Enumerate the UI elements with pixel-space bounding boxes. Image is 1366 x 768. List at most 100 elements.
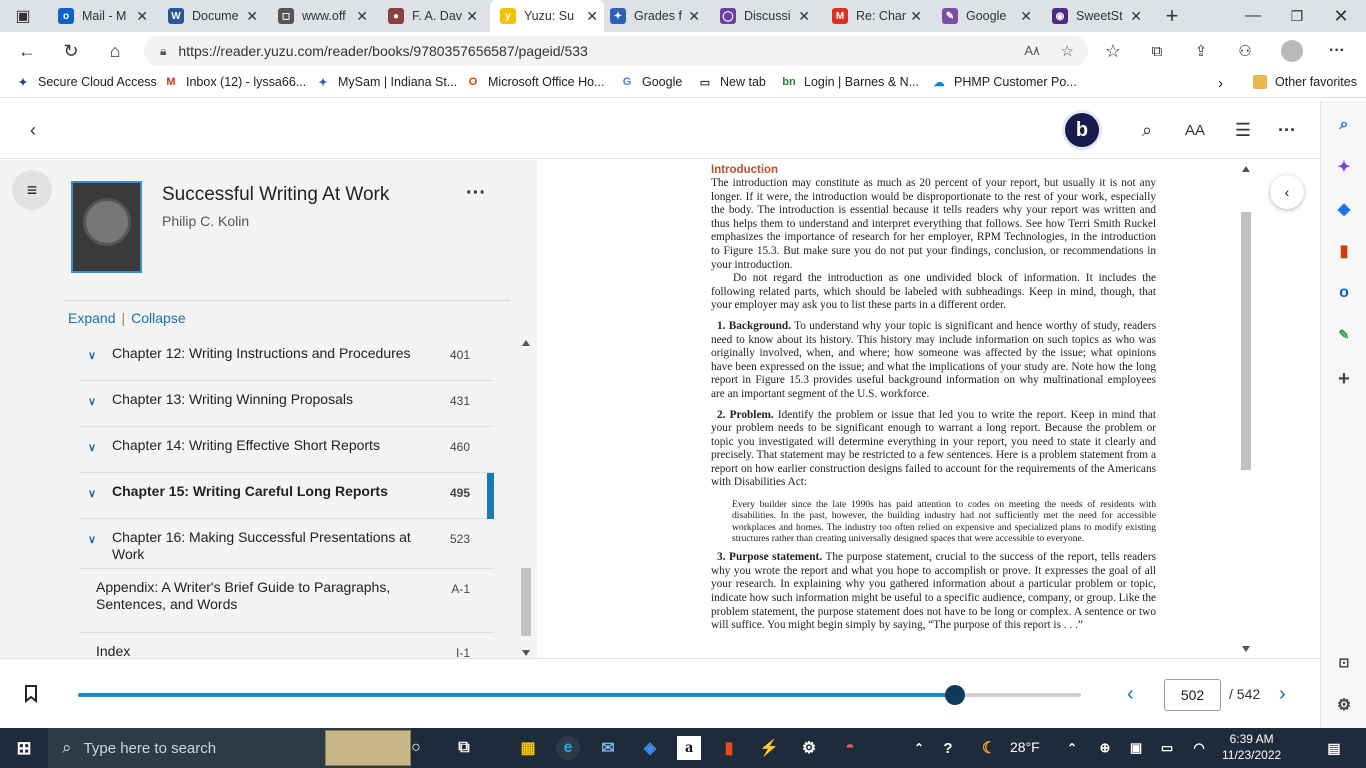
favorite-link[interactable]: ☁ PHMP Customer Po... — [932, 75, 1077, 89]
shopping-icon[interactable]: ◆ — [1334, 199, 1354, 219]
home-icon[interactable]: ⌂ — [100, 36, 130, 66]
chevron-down-icon[interactable]: ∨ — [88, 441, 96, 454]
close-tab-icon[interactable]: ✕ — [586, 8, 598, 25]
refresh-icon[interactable]: ↻ — [56, 36, 86, 66]
close-tab-icon[interactable]: ✕ — [688, 8, 700, 25]
hide-sidebar-icon[interactable]: ⊡ — [1334, 653, 1354, 673]
close-tab-icon[interactable]: ✕ — [136, 8, 148, 25]
text-size-icon[interactable]: AA — [1180, 115, 1210, 145]
settings-gear-icon[interactable]: ⚙ — [1334, 695, 1354, 715]
browser-tab[interactable]: W Docume ✕ — [158, 0, 264, 32]
favorite-link[interactable]: ▭ New tab — [698, 75, 766, 89]
next-page-icon[interactable]: › — [1279, 683, 1286, 706]
toc-chapter-item[interactable]: ∨ Chapter 13: Writing Winning Proposals 43… — [80, 381, 494, 427]
profile-avatar[interactable] — [1277, 36, 1307, 66]
url-field[interactable]: 🔒︎ https://reader.yuzu.com/reader/books/… — [144, 36, 1088, 66]
favorite-link[interactable]: bn Login | Barnes & N... — [782, 75, 919, 89]
close-tab-icon[interactable]: ✕ — [466, 8, 478, 25]
toc-chapter-item[interactable]: ∨ Chapter 16: Making Successful Presentat… — [80, 519, 494, 569]
favorites-icon[interactable]: ☆ — [1098, 36, 1128, 66]
favorite-link[interactable]: G Google — [620, 75, 683, 89]
favorite-link[interactable]: O Microsoft Office Ho... — [466, 75, 605, 89]
paint-icon[interactable]: ◓ — [838, 736, 862, 760]
favorites-overflow-icon[interactable]: › — [1218, 75, 1223, 92]
sling-icon[interactable]: ⚡ — [757, 736, 781, 760]
store-icon[interactable]: ▦ — [516, 736, 540, 760]
cortana-icon[interactable]: ○ — [404, 736, 428, 760]
share-icon[interactable]: ⇪ — [1186, 36, 1216, 66]
tray-app-icon[interactable]: ⊕ — [1093, 736, 1117, 760]
browser-tab[interactable]: ◉ SweetSt ✕ — [1042, 0, 1148, 32]
browser-tab[interactable]: ◻ www.off ✕ — [268, 0, 374, 32]
system-clock[interactable]: 6:39 AM 11/23/2022 — [1222, 731, 1281, 763]
close-tab-icon[interactable]: ✕ — [356, 8, 368, 25]
back-icon[interactable]: ← — [12, 36, 42, 66]
toc-chapter-item[interactable]: ∨ Chapter 14: Writing Effective Short Rep… — [80, 427, 494, 473]
add-icon[interactable]: + — [1334, 368, 1354, 390]
chevron-down-icon[interactable]: ∨ — [88, 487, 96, 500]
browser-tab[interactable]: M Re: Char ✕ — [822, 0, 928, 32]
battery-icon[interactable]: ▭ — [1155, 736, 1179, 760]
toc-chapter-item[interactable]: Appendix: A Writer's Brief Guide to Para… — [80, 569, 494, 633]
collapse-link[interactable]: Collapse — [131, 310, 185, 326]
browser-tab[interactable]: ✎ Google ✕ — [932, 0, 1038, 32]
new-tab-button[interactable]: + — [1157, 1, 1187, 31]
discover-icon[interactable]: ✦ — [1334, 157, 1354, 177]
browser-tab[interactable]: ● F. A. Dav ✕ — [378, 0, 484, 32]
more-options-icon[interactable]: ··· — [1272, 115, 1302, 145]
settings-icon[interactable]: ⚙ — [797, 736, 821, 760]
previous-page-icon[interactable]: ‹ — [1127, 683, 1134, 706]
favorite-link[interactable]: ✦ MySam | Indiana St... — [316, 75, 457, 89]
office-icon[interactable]: ▮ — [1334, 241, 1354, 261]
other-favorites[interactable]: ▭ Other favorites — [1253, 75, 1357, 89]
dropbox-icon[interactable]: ◈ — [638, 736, 662, 760]
page-number-input[interactable]: 502 — [1164, 679, 1221, 711]
overflow-chevron-icon[interactable]: ⌃ — [907, 736, 931, 760]
edge-icon[interactable]: e — [556, 736, 580, 760]
chevron-down-icon[interactable]: ∨ — [88, 349, 96, 362]
chevron-down-icon[interactable]: ∨ — [88, 533, 96, 546]
office-icon[interactable]: ▮ — [717, 736, 741, 760]
mail-icon[interactable]: ✉ — [596, 736, 620, 760]
close-tab-icon[interactable]: ✕ — [1130, 8, 1142, 25]
toc-scrollbar[interactable] — [520, 338, 532, 658]
notes-icon[interactable]: ☰ — [1228, 115, 1258, 145]
notifications-icon[interactable]: ▤ — [1322, 736, 1346, 760]
browser-tab[interactable]: o Mail - M ✕ — [48, 0, 154, 32]
hamburger-menu-icon[interactable]: ≡ — [12, 170, 52, 210]
favorite-link[interactable]: ✦ Secure Cloud Access — [16, 75, 156, 89]
expand-link[interactable]: Expand — [68, 310, 115, 326]
read-aloud-icon[interactable]: A٨ — [1024, 43, 1040, 59]
toc-chapter-item[interactable]: ∨ Chapter 15: Writing Careful Long Report… — [80, 473, 494, 519]
collapse-panel-button[interactable]: ‹ — [1270, 175, 1304, 209]
help-icon[interactable]: ? — [936, 736, 960, 760]
tray-chevron-icon[interactable]: ⌃ — [1060, 736, 1084, 760]
outlook-icon[interactable]: o — [1334, 283, 1354, 303]
back-arrow-icon[interactable]: ‹ — [18, 115, 48, 145]
progress-thumb[interactable] — [944, 685, 965, 705]
page-scrollbar[interactable] — [1240, 164, 1252, 654]
search-icon[interactable]: ⌕ — [1132, 115, 1162, 145]
tab-actions-icon[interactable]: ▣ — [8, 1, 38, 31]
close-tab-icon[interactable]: ✕ — [1020, 8, 1032, 25]
restore-button[interactable]: ❐ — [1282, 1, 1312, 31]
search-icon[interactable]: ⌕ — [1334, 115, 1354, 135]
close-window-button[interactable]: ✕ — [1326, 1, 1356, 31]
settings-menu-icon[interactable]: ··· — [1322, 36, 1352, 66]
browser-tab[interactable]: y Yuzu: Su ✕ — [490, 0, 604, 32]
bartleby-icon[interactable]: b — [1065, 113, 1099, 147]
close-tab-icon[interactable]: ✕ — [246, 8, 258, 25]
close-tab-icon[interactable]: ✕ — [910, 8, 922, 25]
taskbar-search[interactable]: ⌕ Type here to search — [48, 728, 411, 768]
amazon-icon[interactable]: a — [677, 736, 701, 760]
toc-chapter-item[interactable]: Index I-1 — [80, 633, 494, 658]
minimize-button[interactable]: — — [1238, 1, 1268, 31]
bookmark-icon[interactable] — [24, 685, 38, 704]
chevron-down-icon[interactable]: ∨ — [88, 395, 96, 408]
task-view-icon[interactable]: ⧉ — [452, 736, 476, 760]
toc-chapter-item[interactable]: ∨ Chapter 12: Writing Instructions and Pr… — [80, 335, 494, 381]
favorite-link[interactable]: M Inbox (12) - lyssa66... — [164, 75, 306, 89]
browser-tab[interactable]: ◯ Discussi ✕ — [710, 0, 816, 32]
book-more-icon[interactable]: ··· — [466, 182, 486, 205]
browser-tab[interactable]: ✦ Grades f ✕ — [600, 0, 706, 32]
